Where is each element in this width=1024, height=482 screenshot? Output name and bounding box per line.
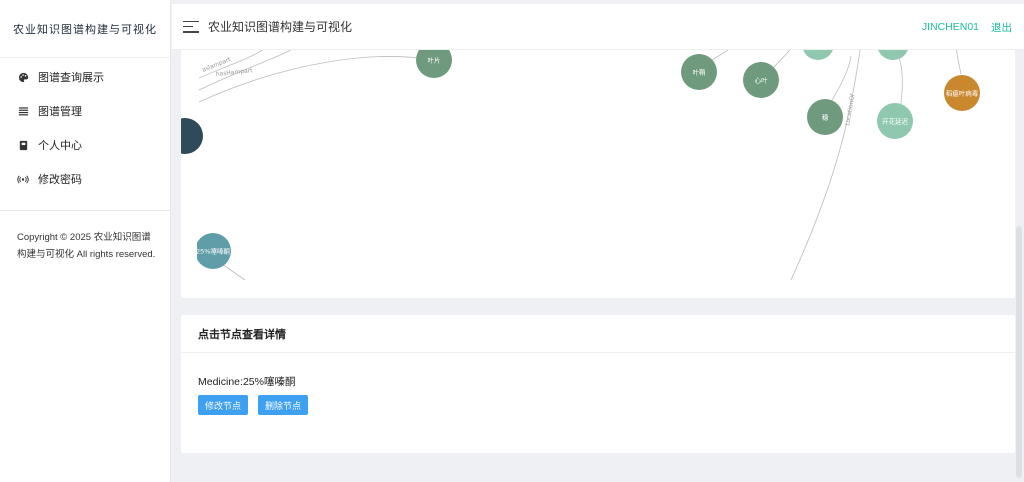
node-label: 穗 [822,113,829,122]
node-detail-panel: 点击节点查看详情 Medicine:25%噻嗪酮 修改节点 删除节点 [181,315,1015,453]
node-label: 25%噻嗪酮 [196,247,230,256]
sidebar-divider [0,210,171,211]
node-label: 开花延迟 [882,117,909,126]
graph-edge [898,57,903,105]
page-scrollbar[interactable] [1016,226,1022,478]
list-icon [17,105,29,117]
edge-label: LocationOf [844,93,857,127]
graph-edge [830,55,852,103]
sidebar-item-label: 图谱查询展示 [38,72,104,84]
delete-node-button[interactable]: 删除节点 [258,395,309,415]
graph-node-flowering-delay[interactable]: 开花延迟 [877,103,913,139]
page-title: 农业知识图谱构建与可视化 [208,20,353,34]
graph-node-heart-leaf[interactable]: 心叶 [743,62,779,98]
palette-icon [17,71,29,83]
copyright-text: Copyright © 2025 农业知识图谱构建与可视化 All rights… [17,232,156,260]
graph-edge [790,50,861,281]
top-bar: 农业知识图谱构建与可视化 JINCHEN01 退出 [172,4,1024,50]
graph-node-rice-virus[interactable]: 稻瘟叶病毒 [944,75,980,111]
node-label: 心叶 [755,76,769,85]
sidebar-item-profile[interactable]: 个人中心 [0,128,170,162]
node-label: 稻瘟叶病毒 [946,89,979,98]
node-info-text: Medicine:25%噻嗪酮 [198,376,296,388]
hamburger-menu-icon[interactable] [183,20,199,33]
username[interactable]: JINCHEN01 [922,21,979,33]
sidebar-item-label: 图谱管理 [38,106,82,118]
sidebar: 农业知识图谱构建与可视化 图谱查询展示 图谱管理 个人中心 修改密码 Copyr… [0,0,171,482]
graph-svg[interactable]: aslampart hasHampart LocationOf 叶片 叶鞘 心叶… [181,50,1015,298]
graph-edge [198,56,432,103]
graph-node[interactable] [181,118,203,154]
graph-node[interactable] [877,50,909,60]
sidebar-menu: 图谱查询展示 图谱管理 个人中心 修改密码 [0,58,170,196]
graph-node-panicle[interactable]: 穗 [807,99,843,135]
detail-heading: 点击节点查看详情 [181,315,1015,353]
graph-node-leaf-sheath[interactable]: 叶鞘 [681,54,717,90]
graph-node-medicine-buprofezin[interactable]: 25%噻嗪酮 [195,233,231,269]
knowledge-graph-canvas[interactable]: aslampart hasHampart LocationOf 叶片 叶鞘 心叶… [181,50,1015,298]
book-icon [17,139,29,151]
graph-node-leaf[interactable]: 叶片 [416,50,452,78]
sidebar-item-graph-query[interactable]: 图谱查询展示 [0,60,170,94]
sidebar-item-label: 个人中心 [38,140,82,152]
sidebar-item-change-password[interactable]: 修改密码 [0,162,170,196]
graph-node[interactable] [802,50,834,60]
sidebar-item-graph-manage[interactable]: 图谱管理 [0,94,170,128]
user-area: JINCHEN01 退出 [922,4,1012,50]
logout-link[interactable]: 退出 [991,20,1012,35]
brand-logo: 农业知识图谱构建与可视化 [0,0,170,58]
edit-node-button[interactable]: 修改节点 [198,395,249,415]
sidebar-item-label: 修改密码 [38,174,82,186]
graph-edge [956,50,962,75]
broadcast-icon [17,173,29,185]
node-label: 叶片 [428,56,441,65]
node-label: 叶鞘 [693,68,707,77]
